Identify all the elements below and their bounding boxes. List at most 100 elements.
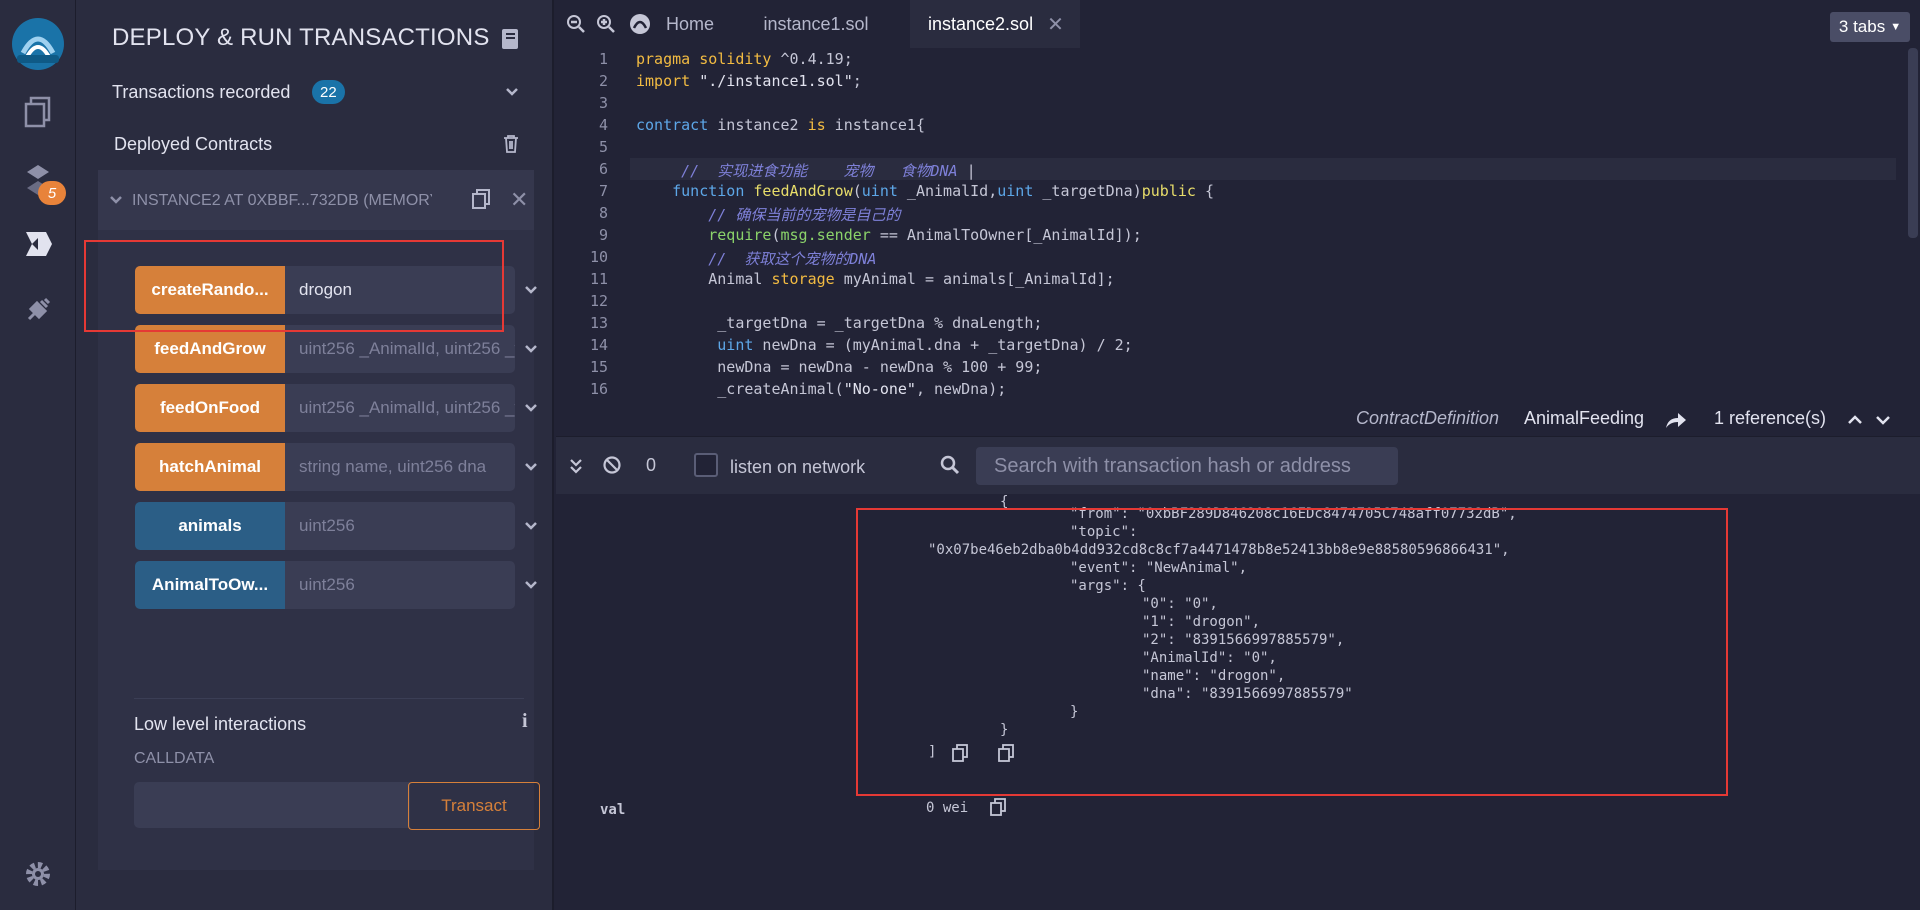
listen-network-label: listen on network xyxy=(730,457,866,477)
highlight-box xyxy=(84,240,504,332)
chevron-down-icon[interactable] xyxy=(523,459,539,475)
info-icon[interactable]: i xyxy=(522,710,528,733)
line-number: 10 xyxy=(589,248,608,266)
chevron-down-icon[interactable] xyxy=(523,577,539,593)
code-line: _targetDna = _targetDna % dnaLength; xyxy=(636,314,1043,332)
code-line: pragma solidity ^0.4.19; xyxy=(636,50,853,68)
tabs-count-label: 3 tabs xyxy=(1838,17,1886,36)
function-input[interactable]: uint256 _AnimalId, uint256 _targetDna xyxy=(285,325,515,373)
copy-icon[interactable] xyxy=(990,798,1006,816)
editor-scrollbar[interactable] xyxy=(1908,48,1918,238)
zoom-in-icon[interactable] xyxy=(596,14,616,34)
chevron-down-icon[interactable] xyxy=(523,282,539,298)
remix-logo-icon[interactable] xyxy=(8,14,68,74)
code-line: _createAnimal("No-one", newDna); xyxy=(636,380,1007,398)
search-icon xyxy=(940,455,960,475)
calldata-label: CALLDATA xyxy=(134,750,215,767)
tab-home[interactable]: Home xyxy=(660,0,720,48)
code-line: require(msg.sender == AnimalToOwner[_Ani… xyxy=(708,226,1142,244)
collapse-terminal-icon[interactable] xyxy=(568,457,584,475)
chevron-down-icon[interactable] xyxy=(1874,412,1892,428)
chevron-down-icon[interactable] xyxy=(504,84,520,100)
chevron-up-icon[interactable] xyxy=(1846,412,1864,428)
listen-network-checkbox[interactable] xyxy=(694,453,718,477)
function-input[interactable]: uint256 xyxy=(285,502,515,550)
settings-icon[interactable] xyxy=(18,854,58,894)
tab-instance1[interactable]: instance1.sol xyxy=(736,0,896,48)
transact-button[interactable]: Transact xyxy=(408,782,540,830)
line-number: 11 xyxy=(589,270,608,288)
goto-reference-icon[interactable] xyxy=(1664,410,1688,432)
code-line: function feedAndGrow(uint _AnimalId,uint… xyxy=(672,182,1214,200)
tabs-dropdown[interactable]: 3 tabs ▼ xyxy=(1830,12,1910,42)
code-line: // 获取这个宠物的DNA xyxy=(636,250,877,268)
code-line: uint newDna = (myAnimal.dna + _targetDna… xyxy=(717,336,1133,354)
code-line: contract instance2 is instance1{ xyxy=(636,116,925,134)
line-number: 14 xyxy=(589,336,608,354)
val-label: val xyxy=(600,802,626,818)
calldata-input[interactable] xyxy=(134,782,410,828)
line-number: 5 xyxy=(598,138,608,156)
function-row: animals uint256 xyxy=(135,502,537,550)
pending-tx-count: 0 xyxy=(646,455,657,475)
function-input[interactable]: uint256 _AnimalId, uint256 _foodDna xyxy=(285,384,515,432)
line-number: 6 xyxy=(598,160,608,178)
tab-instance2[interactable]: instance2.sol ✕ xyxy=(910,0,1080,48)
code-line: // 确保当前的宠物是自己的 xyxy=(636,206,901,224)
ref-type: ContractDefinition xyxy=(1356,408,1500,428)
function-button[interactable]: feedOnFood xyxy=(135,384,285,432)
clear-console-icon[interactable] xyxy=(602,455,622,475)
reference-count: 1 reference(s) xyxy=(1714,408,1827,428)
line-number: 1 xyxy=(598,50,608,68)
line-number: 7 xyxy=(598,182,608,200)
compiler-warning-badge: 5 xyxy=(38,181,66,205)
function-input[interactable]: uint256 xyxy=(285,561,515,609)
line-number: 13 xyxy=(589,314,608,332)
function-row: feedOnFood uint256 _AnimalId, uint256 _f… xyxy=(135,384,537,432)
chevron-down-icon[interactable] xyxy=(523,518,539,534)
transactions-recorded-label[interactable]: Transactions recorded xyxy=(112,82,290,103)
line-number: 15 xyxy=(589,358,608,376)
tab-bar: Home instance1.sol instance2.sol ✕ xyxy=(556,0,1920,48)
tab-instance2-label: instance2.sol xyxy=(928,13,1034,34)
code-line: newDna = newDna - newDna % 100 + 99; xyxy=(636,358,1043,376)
chevron-down-icon[interactable] xyxy=(523,341,539,357)
code-line: // 实现进食功能 宠物 食物DNA | xyxy=(636,162,976,180)
ref-name: AnimalFeeding xyxy=(1524,408,1645,428)
reference-bar: ContractDefinition AnimalFeeding 1 refer… xyxy=(556,406,1920,436)
close-instance-icon[interactable]: ✕ xyxy=(510,189,528,211)
copy-address-icon[interactable] xyxy=(470,188,492,210)
terminal-toolbar: 0 listen on network Search with transact… xyxy=(556,436,1920,494)
home-remix-icon[interactable] xyxy=(628,12,652,36)
highlight-box xyxy=(856,508,1728,796)
low-level-label: Low level interactions xyxy=(134,714,307,734)
icon-rail: 5 xyxy=(0,0,76,910)
transaction-search-input[interactable]: Search with transaction hash or address xyxy=(976,447,1398,485)
docs-book-icon[interactable] xyxy=(500,28,520,50)
function-row: feedAndGrow uint256 _AnimalId, uint256 _… xyxy=(135,325,537,373)
chevron-down-icon[interactable] xyxy=(523,400,539,416)
function-button[interactable]: hatchAnimal xyxy=(135,443,285,491)
code-editor[interactable]: 1 2 3 4 5 6 7 8 9 10 11 12 13 14 15 16 p… xyxy=(556,48,1920,406)
line-number: 4 xyxy=(598,116,608,134)
close-tab-icon[interactable]: ✕ xyxy=(1047,12,1064,37)
function-button[interactable]: animals xyxy=(135,502,285,550)
divider xyxy=(134,698,524,699)
val-value: 0 wei xyxy=(926,800,969,816)
line-number: 9 xyxy=(598,226,608,244)
plugin-icon[interactable] xyxy=(18,290,58,330)
deploy-icon[interactable] xyxy=(18,224,58,264)
function-button[interactable]: feedAndGrow xyxy=(135,325,285,373)
line-number: 16 xyxy=(589,380,608,398)
deployed-contracts-label: Deployed Contracts xyxy=(114,134,273,154)
panel-title: DEPLOY & RUN TRANSACTIONS xyxy=(112,24,490,51)
chevron-down-icon[interactable] xyxy=(108,192,124,208)
function-input[interactable]: string name, uint256 dna xyxy=(285,443,515,491)
zoom-out-icon[interactable] xyxy=(566,14,586,34)
trash-icon[interactable] xyxy=(502,134,520,154)
file-explorer-icon[interactable] xyxy=(18,92,58,132)
function-row: AnimalToOw... uint256 xyxy=(135,561,537,609)
code-line: import "./instance1.sol"; xyxy=(636,72,862,90)
function-button[interactable]: AnimalToOw... xyxy=(135,561,285,609)
instance-header[interactable]: INSTANCE2 AT 0XBBF...732DB (MEMORY) ✕ xyxy=(98,170,534,230)
